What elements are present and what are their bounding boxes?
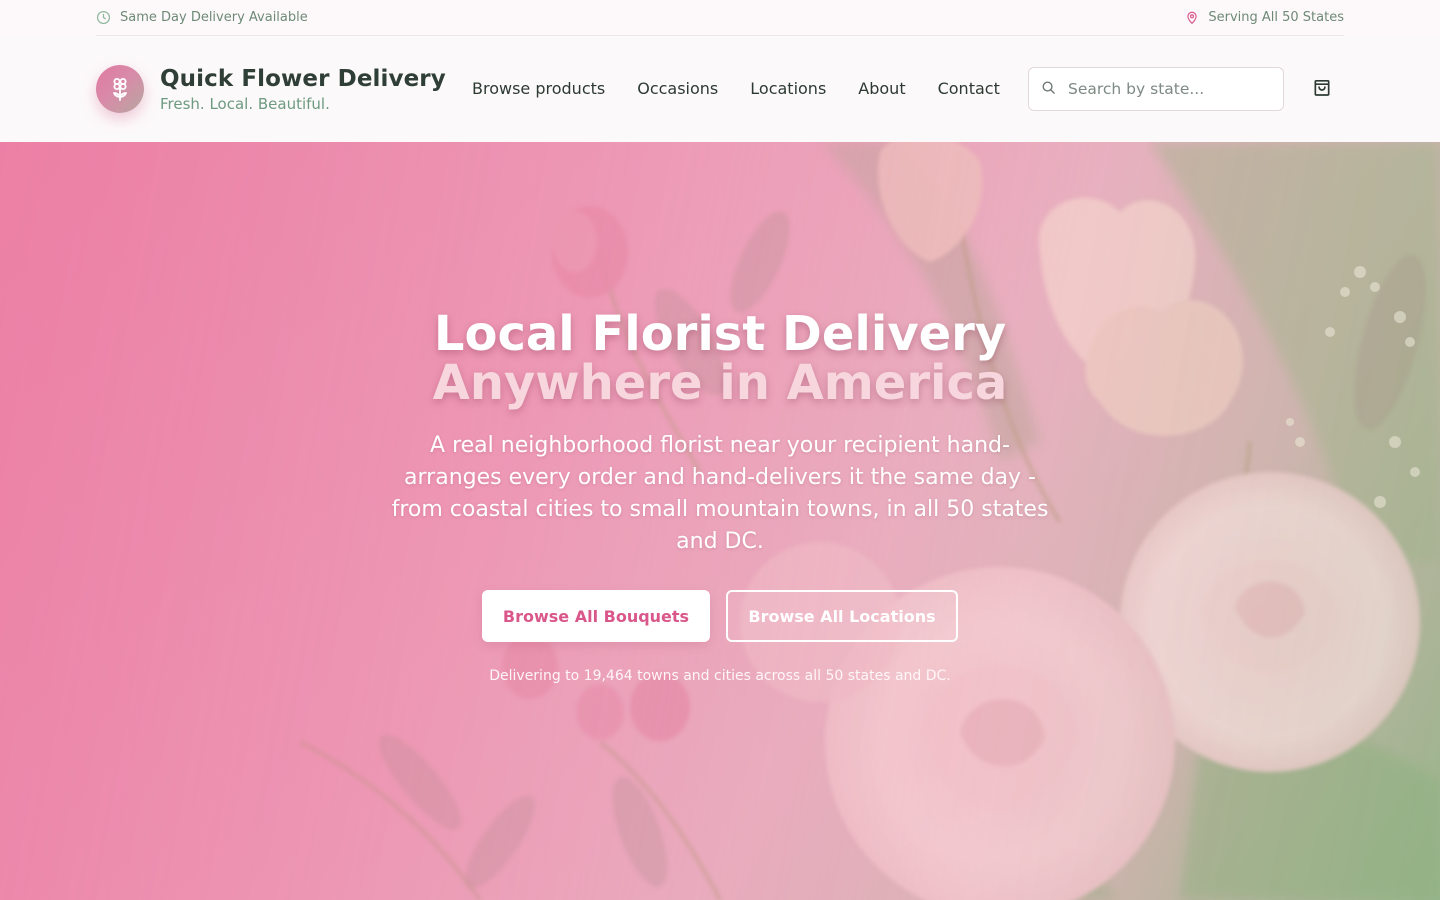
hero-title-highlight: Anywhere in America [432,355,1008,411]
hero-section: Local Florist Delivery Anywhere in Ameri… [0,142,1440,900]
service-area-text: Serving All 50 States [1208,10,1344,25]
main-navigation: Browse products Occasions Locations Abou… [472,78,1000,100]
nav-contact[interactable]: Contact [938,78,1000,100]
site-header: Quick Flower Delivery Fresh. Local. Beau… [0,36,1440,142]
brand-name: Quick Flower Delivery [160,66,446,92]
same-day-delivery-text: Same Day Delivery Available [120,10,308,25]
state-search-input[interactable] [1068,80,1258,98]
nav-occasions[interactable]: Occasions [637,78,718,100]
clock-icon [96,10,111,25]
browse-bouquets-button[interactable]: Browse All Bouquets [482,590,710,642]
brand-home-link[interactable]: Quick Flower Delivery Fresh. Local. Beau… [96,65,446,113]
nav-browse-products[interactable]: Browse products [472,78,605,100]
flower-icon [96,65,144,113]
state-search-box[interactable] [1028,67,1284,111]
delivery-coverage-note: Delivering to 19,464 towns and cities ac… [489,668,951,684]
brand-tagline: Fresh. Local. Beautiful. [160,95,330,113]
nav-locations[interactable]: Locations [750,78,826,100]
nav-about[interactable]: About [858,78,905,100]
hero-subtitle: A real neighborhood florist near your re… [391,433,1049,554]
service-area-notice: Serving All 50 States [1185,10,1344,25]
shopping-bag-icon [1312,77,1332,102]
announcement-bar: Same Day Delivery Available Serving All … [0,0,1440,36]
map-pin-icon [1185,10,1199,25]
cart-button[interactable] [1310,77,1334,101]
browse-locations-button[interactable]: Browse All Locations [726,590,958,642]
same-day-delivery-notice: Same Day Delivery Available [96,10,308,25]
brand-text: Quick Flower Delivery Fresh. Local. Beau… [160,65,446,113]
search-icon [1041,80,1056,99]
